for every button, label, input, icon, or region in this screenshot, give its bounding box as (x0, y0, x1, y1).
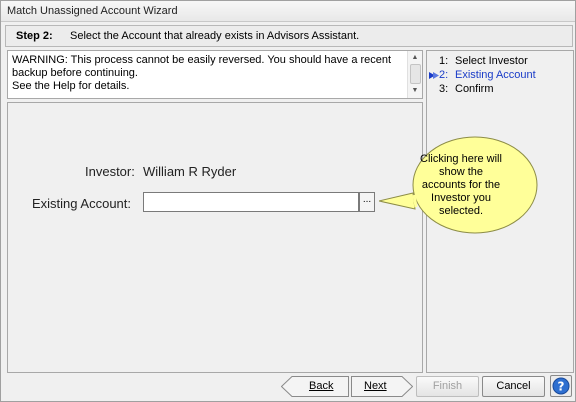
window-title: Match Unassigned Account Wizard (7, 5, 178, 17)
next-button-label[interactable]: Next (364, 380, 387, 392)
browse-accounts-button[interactable]: ... (359, 192, 375, 212)
main-panel (7, 102, 423, 373)
warning-text: WARNING: This process cannot be easily r… (12, 54, 404, 93)
warning-line-3: See the Help for details. (12, 80, 130, 92)
wizard-window: Match Unassigned Account Wizard Step 2: … (0, 0, 576, 402)
scroll-down-icon[interactable]: ▼ (408, 85, 422, 97)
help-icon: ? (552, 377, 570, 395)
warning-line-1: WARNING: This process cannot be easily r… (12, 54, 392, 66)
title-bar: Match Unassigned Account Wizard (1, 1, 575, 22)
callout-line-1: Clicking here will (420, 153, 502, 165)
step-item-number: 2: (439, 69, 449, 81)
next-label-text[interactable]: Next (364, 380, 387, 392)
callout-line-5: selected. (438, 205, 484, 217)
investor-label: Investor: (85, 164, 135, 179)
step-instruction: Select the Account that already exists i… (70, 30, 360, 42)
existing-account-label: Existing Account: (32, 196, 131, 211)
warning-scrollbar[interactable]: ▲ ▼ (407, 51, 422, 98)
back-button-label[interactable]: Back (309, 380, 333, 392)
investor-value: William R Ryder (143, 164, 237, 179)
step-item-label: Existing Account (455, 69, 536, 81)
step-header: Step 2: Select the Account that already … (5, 25, 573, 47)
warning-line-2: backup before continuing. (12, 67, 138, 79)
arrow-icon (429, 72, 439, 79)
callout-text: Clicking here will show the accounts for… (413, 153, 509, 218)
step-item-number: 1: (439, 55, 449, 67)
cancel-button[interactable]: Cancel (482, 376, 545, 397)
scroll-up-icon[interactable]: ▲ (408, 52, 422, 64)
scroll-thumb[interactable] (410, 64, 421, 84)
step-item-label: Select Investor (455, 55, 528, 67)
callout-line-4: Investor you (431, 192, 491, 204)
warning-box: WARNING: This process cannot be easily r… (7, 50, 423, 99)
callout-line-2: show the (438, 166, 484, 178)
step-item-label: Confirm (455, 83, 494, 95)
existing-account-field[interactable] (143, 192, 359, 212)
callout-line-3: accounts for the (421, 179, 501, 191)
svg-text:?: ? (558, 380, 565, 394)
finish-button[interactable]: Finish (416, 376, 479, 397)
step-item-number: 3: (439, 83, 449, 95)
help-button[interactable]: ? (550, 375, 572, 397)
button-bar: Back Next Finish Cancel (1, 373, 575, 401)
step-number: Step 2: (16, 30, 53, 42)
